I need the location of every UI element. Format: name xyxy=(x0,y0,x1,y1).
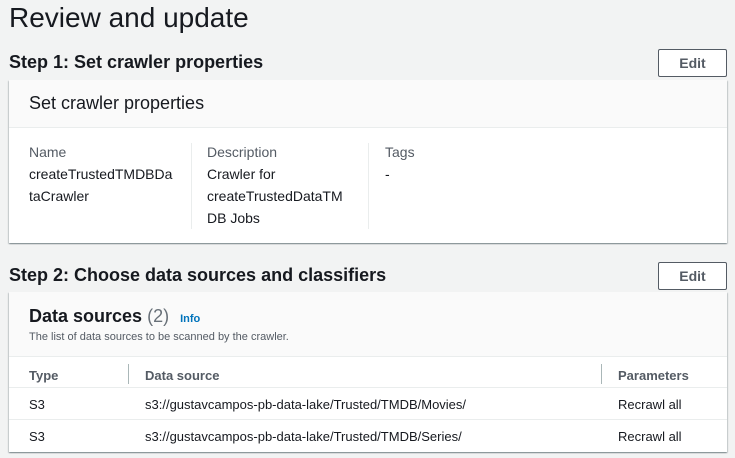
table-row-border xyxy=(9,419,727,420)
name-label: Name xyxy=(29,144,67,160)
step1-title: Step 1: Set crawler properties xyxy=(9,52,264,72)
tags-value: - xyxy=(385,166,390,182)
data-sources-title: Data sources (2) Info xyxy=(29,306,200,327)
row-type: S3 xyxy=(29,397,45,412)
panel-header: Set crawler properties xyxy=(9,80,727,128)
column-header-type[interactable]: Type xyxy=(29,368,58,383)
description-line1: Crawler for xyxy=(207,166,276,182)
row-parameters: Recrawl all xyxy=(618,397,682,412)
name-value-line1: createTrustedTMDBDa xyxy=(29,166,173,182)
data-sources-description: The list of data sources to be scanned b… xyxy=(29,331,289,343)
table-header-top-border xyxy=(9,356,727,357)
column-header-parameters[interactable]: Parameters xyxy=(618,368,689,383)
row-type: S3 xyxy=(29,429,45,444)
divider xyxy=(368,143,369,229)
properties-grid: Name createTrustedTMDBDa taCrawler Descr… xyxy=(9,141,727,231)
step2-edit-button[interactable]: Edit xyxy=(658,262,727,290)
name-value-line2: taCrawler xyxy=(29,188,89,204)
step1-edit-button[interactable]: Edit xyxy=(658,49,727,77)
tags-property: Tags - xyxy=(385,141,545,185)
data-sources-count: (2) xyxy=(147,306,170,326)
data-sources-panel: Data sources (2) Info The list of data s… xyxy=(9,292,727,452)
row-data-source: s3://gustavcampos-pb-data-lake/Trusted/T… xyxy=(145,397,467,412)
description-line3: DB Jobs xyxy=(207,210,260,226)
panel-title: Set crawler properties xyxy=(29,93,205,113)
description-line2: createTrustedDataTM xyxy=(207,188,343,204)
row-parameters: Recrawl all xyxy=(618,429,682,444)
divider xyxy=(191,143,192,229)
description-property: Description Crawler for createTrustedDat… xyxy=(207,141,367,229)
column-header-data-source[interactable]: Data source xyxy=(145,368,219,383)
table-row-border xyxy=(9,387,727,388)
page-title: Review and update xyxy=(9,2,249,33)
info-link[interactable]: Info xyxy=(180,313,200,325)
description-label: Description xyxy=(207,144,278,160)
tags-label: Tags xyxy=(385,144,415,160)
name-property: Name createTrustedTMDBDa taCrawler xyxy=(29,141,189,207)
crawler-properties-panel: Set crawler properties Name createTruste… xyxy=(9,80,727,243)
row-data-source: s3://gustavcampos-pb-data-lake/Trusted/T… xyxy=(145,429,462,444)
column-resizer[interactable] xyxy=(128,364,129,384)
step2-title: Step 2: Choose data sources and classifi… xyxy=(9,265,387,285)
data-sources-title-text: Data sources xyxy=(29,306,143,326)
column-resizer[interactable] xyxy=(601,364,602,384)
